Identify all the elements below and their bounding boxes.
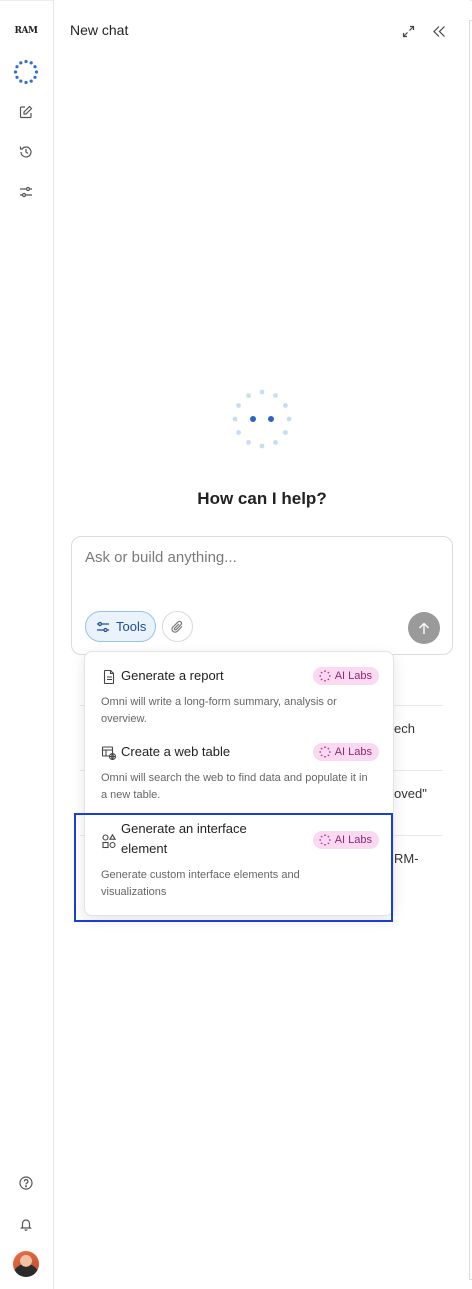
menu-item-title: Create a web table [121, 744, 231, 759]
greeting-heading: How can I help? [197, 489, 327, 508]
ai-labs-icon [318, 746, 331, 758]
notifications-bell-icon[interactable] [13, 1211, 39, 1237]
left-rail: RAM [0, 0, 54, 1289]
ai-labs-icon [318, 670, 331, 682]
document-icon [103, 669, 115, 685]
workspace-logo-text: RAM [14, 26, 38, 36]
tools-label: Tools [116, 619, 147, 634]
attach-button[interactable] [162, 611, 193, 642]
menu-item-title: Generate a report [121, 668, 224, 683]
menu-item-create-web-table[interactable]: Create a web table AI Labs Omni will sea… [85, 742, 395, 804]
ai-labs-badge: AI Labs [312, 743, 379, 761]
workspace-logo[interactable]: RAM [13, 18, 39, 44]
menu-item-description: Omni will search the web to find data an… [101, 772, 368, 801]
ai-labs-badge: AI Labs [312, 667, 379, 685]
history-icon[interactable] [13, 139, 39, 165]
paperclip-icon [171, 620, 183, 633]
arrow-up-icon [419, 622, 429, 634]
web-table-icon [101, 746, 117, 761]
new-chat-icon[interactable] [13, 99, 39, 125]
loading-spinner-icon [232, 389, 292, 449]
suggestion-fragment: ech [394, 721, 415, 736]
collapse-panel-icon[interactable] [430, 22, 448, 40]
suggestion-fragment: RM- [394, 851, 419, 866]
expand-icon[interactable] [399, 22, 417, 40]
send-button[interactable] [408, 612, 440, 644]
tools-button[interactable]: Tools [85, 611, 156, 642]
badge-label: AI Labs [334, 746, 372, 758]
user-avatar[interactable] [13, 1251, 39, 1277]
chat-composer[interactable]: Ask or build anything... Tools [71, 536, 453, 655]
help-icon[interactable] [13, 1170, 39, 1196]
composer-placeholder[interactable]: Ask or build anything... [85, 549, 237, 566]
badge-label: AI Labs [334, 670, 372, 682]
tools-sliders-icon [97, 621, 109, 632]
settings-sliders-icon[interactable] [13, 179, 39, 205]
omni-logo-icon[interactable] [13, 59, 39, 85]
suggestion-fragment: oved" [394, 786, 427, 801]
selection-highlight [74, 813, 393, 922]
menu-item-description: Omni will write a long-form summary, ana… [101, 696, 337, 725]
page-title: New chat [70, 22, 129, 38]
menu-item-generate-report[interactable]: Generate a report AI Labs Omni will writ… [85, 666, 395, 728]
